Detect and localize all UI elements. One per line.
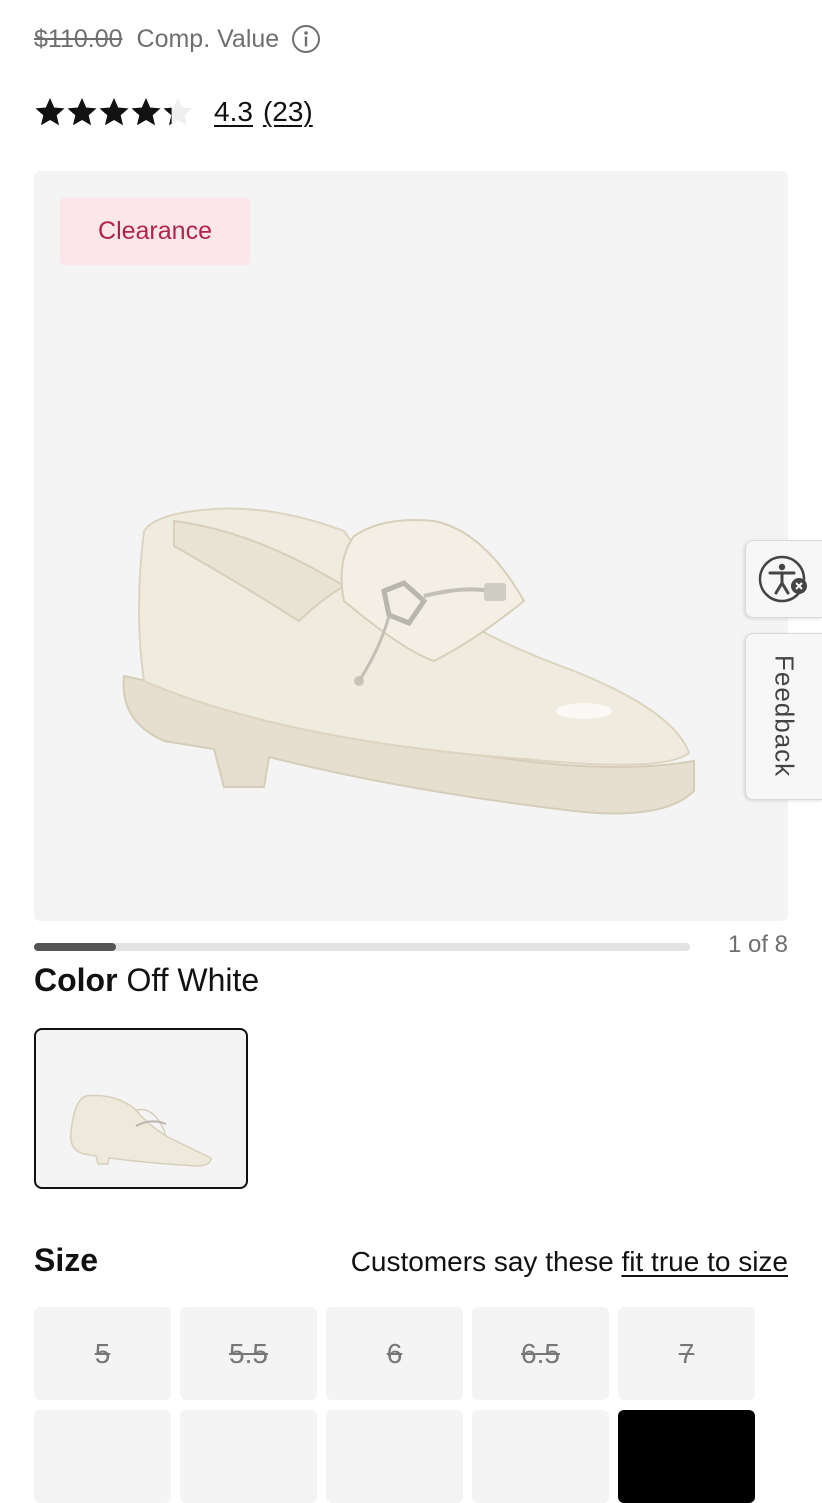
compare-value-label: Comp. Value bbox=[136, 24, 280, 53]
swatch-image bbox=[70, 1094, 212, 1167]
star-icon bbox=[163, 98, 193, 126]
fit-note-prefix: Customers say these bbox=[350, 1246, 614, 1277]
star-icon bbox=[131, 98, 161, 126]
feedback-label: Feedback bbox=[769, 655, 800, 778]
size-option[interactable] bbox=[34, 1410, 171, 1503]
size-option[interactable] bbox=[326, 1410, 463, 1503]
color-value: Off White bbox=[126, 962, 260, 998]
product-image bbox=[122, 507, 695, 815]
rating-link[interactable]: 4.3 (23) bbox=[214, 96, 313, 128]
color-label: Color bbox=[34, 962, 118, 998]
star-icon bbox=[99, 98, 129, 126]
product-image-gallery[interactable]: Clearance bbox=[34, 171, 788, 921]
size-option[interactable]: 7 bbox=[618, 1307, 755, 1400]
info-icon[interactable] bbox=[291, 24, 321, 54]
color-swatch-off-white[interactable] bbox=[34, 1028, 248, 1189]
size-option[interactable]: 5 bbox=[34, 1307, 171, 1400]
price-row: $110.00 Comp. Value bbox=[34, 22, 321, 56]
review-count: (23) bbox=[262, 96, 313, 127]
fit-true-to-size-link[interactable]: fit true to size bbox=[621, 1246, 788, 1277]
accessibility-icon bbox=[758, 555, 807, 603]
size-option[interactable]: 5.5 bbox=[180, 1307, 317, 1400]
image-counter: 1 of 8 bbox=[727, 931, 788, 958]
clearance-badge-label: Clearance bbox=[98, 216, 212, 245]
size-option[interactable] bbox=[180, 1410, 317, 1503]
size-heading: Size bbox=[34, 1242, 99, 1278]
rating-score: 4.3 bbox=[214, 96, 253, 127]
size-option[interactable] bbox=[472, 1410, 609, 1503]
gallery-progress-bar bbox=[34, 943, 690, 951]
feedback-tab[interactable]: Feedback bbox=[745, 633, 822, 800]
gallery-progress-fill bbox=[34, 943, 116, 951]
star-rating bbox=[34, 96, 194, 128]
size-option[interactable]: 6 bbox=[326, 1307, 463, 1400]
rating-row[interactable]: 4.3 (23) bbox=[34, 92, 313, 132]
star-icon bbox=[35, 98, 65, 126]
fit-note: Customers say these fit true to size bbox=[351, 1246, 788, 1278]
accessibility-button[interactable] bbox=[745, 540, 822, 618]
size-option[interactable]: 6.5 bbox=[472, 1307, 609, 1400]
color-row: Color Off White bbox=[34, 962, 259, 999]
compare-price: $110.00 bbox=[34, 24, 123, 53]
clearance-badge: Clearance bbox=[60, 197, 250, 265]
star-icon bbox=[67, 98, 97, 126]
size-grid: 5 5.5 6 6.5 7 bbox=[34, 1307, 756, 1503]
size-option[interactable] bbox=[618, 1410, 755, 1503]
